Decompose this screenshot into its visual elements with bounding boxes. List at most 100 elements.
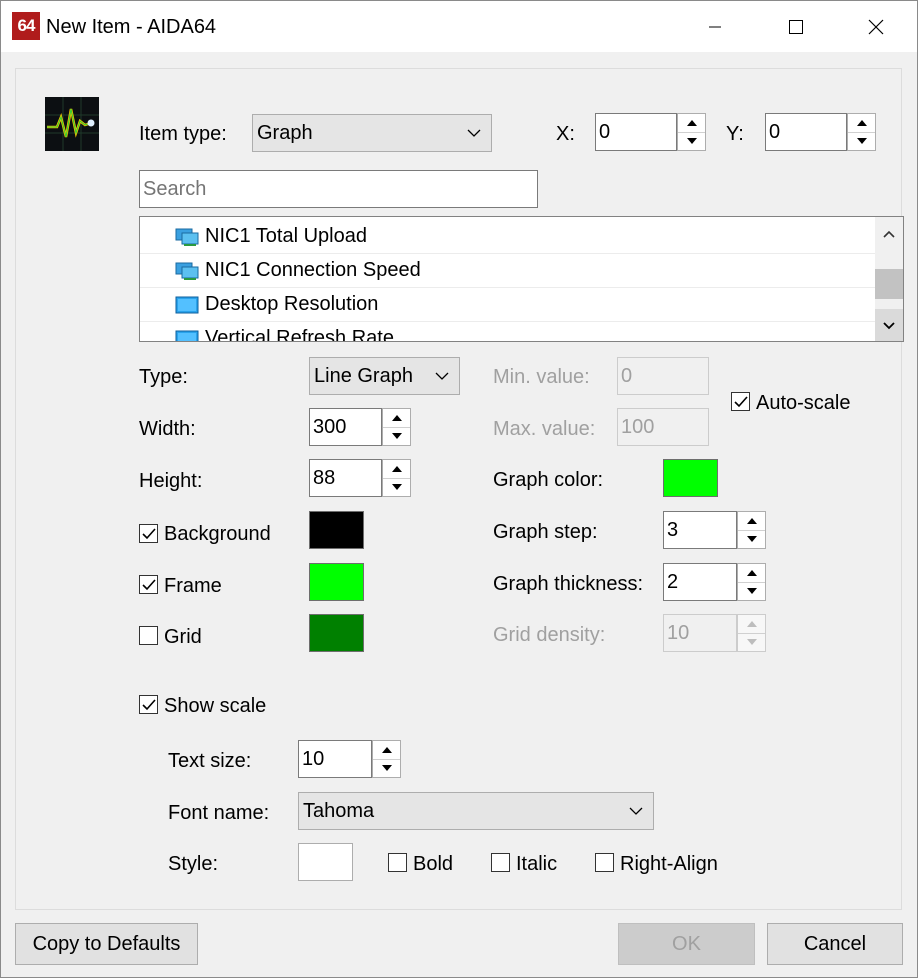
ok-button[interactable]: OK [618, 923, 755, 965]
scroll-up-button[interactable] [875, 217, 903, 251]
frame-color-swatch[interactable] [309, 563, 364, 601]
y-spinner[interactable] [847, 113, 876, 151]
x-value: 0 [599, 120, 611, 143]
italic-checkbox[interactable] [491, 853, 510, 872]
close-icon [868, 19, 884, 35]
grid-density-value: 10 [667, 621, 690, 644]
graph-color-label: Graph color: [493, 469, 604, 491]
list-item-label: Desktop Resolution [205, 293, 379, 315]
monitor-icon [175, 296, 199, 313]
copy-to-defaults-button[interactable]: Copy to Defaults [15, 923, 198, 965]
right-align-label: Right-Align [620, 853, 718, 875]
search-input[interactable] [139, 170, 538, 208]
chevron-down-icon [467, 129, 481, 137]
graph-step-input[interactable]: 3 [663, 511, 737, 549]
scroll-thumb[interactable] [875, 269, 903, 299]
cancel-button[interactable]: Cancel [767, 923, 903, 965]
graph-thickness-spinner[interactable] [737, 563, 766, 601]
font-name-value: Tahoma [303, 799, 375, 822]
grid-checkbox[interactable] [139, 626, 158, 645]
text-size-spinner[interactable] [372, 740, 401, 778]
item-type-value: Graph [257, 121, 313, 144]
graph-thickness-value: 2 [667, 570, 679, 593]
spin-down-icon[interactable] [383, 428, 410, 446]
italic-label: Italic [516, 853, 558, 875]
spin-up-icon[interactable] [373, 741, 400, 760]
spin-down-icon[interactable] [373, 760, 400, 778]
graph-color-swatch[interactable] [663, 459, 718, 497]
style-color-swatch[interactable] [298, 843, 353, 881]
list-item[interactable]: Desktop Resolution [140, 288, 876, 322]
max-value-label: Max. value: [493, 418, 596, 440]
graph-type-dropdown[interactable]: Line Graph [309, 357, 460, 395]
spin-down-icon[interactable] [678, 133, 705, 151]
max-value: 100 [621, 415, 655, 438]
bold-checkbox[interactable] [388, 853, 407, 872]
close-button[interactable] [853, 10, 899, 44]
text-size-input[interactable]: 10 [298, 740, 372, 778]
x-spinner[interactable] [677, 113, 706, 151]
list-item[interactable]: NIC1 Total Upload [140, 220, 876, 254]
y-value: 0 [769, 120, 781, 143]
list-item[interactable]: Vertical Refresh Rate [140, 322, 876, 341]
width-input[interactable]: 300 [309, 408, 382, 446]
grid-density-input[interactable]: 10 [663, 614, 737, 652]
spin-down-icon[interactable] [738, 531, 765, 549]
spin-down-icon[interactable] [848, 133, 875, 151]
spin-down-icon[interactable] [738, 634, 765, 652]
width-label: Width: [139, 418, 196, 440]
min-value-input[interactable]: 0 [617, 357, 709, 395]
spin-down-icon[interactable] [383, 479, 410, 497]
width-spinner[interactable] [382, 408, 411, 446]
background-checkbox[interactable] [139, 524, 158, 543]
spin-down-icon[interactable] [738, 583, 765, 601]
graph-thickness-label: Graph thickness: [493, 573, 644, 595]
maximize-icon [789, 20, 803, 34]
list-item-label: NIC1 Connection Speed [205, 259, 421, 281]
max-value-input[interactable]: 100 [617, 408, 709, 446]
minimize-icon [709, 26, 721, 28]
item-type-label: Item type: [139, 123, 227, 145]
frame-checkbox[interactable] [139, 575, 158, 594]
maximize-button[interactable] [773, 10, 819, 44]
item-type-dropdown[interactable]: Graph [252, 114, 492, 152]
background-label: Background [164, 523, 271, 545]
sensor-list[interactable]: NIC1 Total Upload NIC1 Connection Speed … [139, 216, 904, 342]
copy-to-defaults-label: Copy to Defaults [32, 932, 181, 955]
spin-up-icon[interactable] [738, 564, 765, 583]
grid-label: Grid [164, 626, 202, 648]
background-color-swatch[interactable] [309, 511, 364, 549]
checkmark-icon [141, 578, 156, 590]
chevron-up-icon [883, 230, 895, 238]
min-value: 0 [621, 364, 633, 387]
list-scrollbar[interactable] [875, 217, 903, 341]
scroll-down-button[interactable] [875, 309, 903, 341]
spin-up-icon[interactable] [678, 114, 705, 133]
grid-color-swatch[interactable] [309, 614, 364, 652]
x-input[interactable]: 0 [595, 113, 677, 151]
network-icon [175, 228, 199, 246]
show-scale-checkbox[interactable] [139, 695, 158, 714]
right-align-checkbox[interactable] [595, 853, 614, 872]
auto-scale-checkbox[interactable] [731, 392, 750, 411]
y-input[interactable]: 0 [765, 113, 847, 151]
monitor-icon [175, 330, 199, 341]
list-item[interactable]: NIC1 Connection Speed [140, 254, 876, 288]
height-input[interactable]: 88 [309, 459, 382, 497]
grid-density-spinner[interactable] [737, 614, 766, 652]
checkmark-icon [141, 527, 156, 539]
graph-pulse-icon [45, 97, 99, 151]
graph-step-spinner[interactable] [737, 511, 766, 549]
font-name-dropdown[interactable]: Tahoma [298, 792, 654, 830]
minimize-button[interactable] [692, 10, 738, 44]
height-spinner[interactable] [382, 459, 411, 497]
list-item-label: NIC1 Total Upload [205, 225, 367, 247]
checkmark-icon [141, 698, 156, 710]
spin-up-icon[interactable] [848, 114, 875, 133]
spin-up-icon[interactable] [383, 460, 410, 479]
height-label: Height: [139, 470, 203, 492]
spin-up-icon[interactable] [383, 409, 410, 428]
graph-thickness-input[interactable]: 2 [663, 563, 737, 601]
spin-up-icon[interactable] [738, 615, 765, 634]
spin-up-icon[interactable] [738, 512, 765, 531]
